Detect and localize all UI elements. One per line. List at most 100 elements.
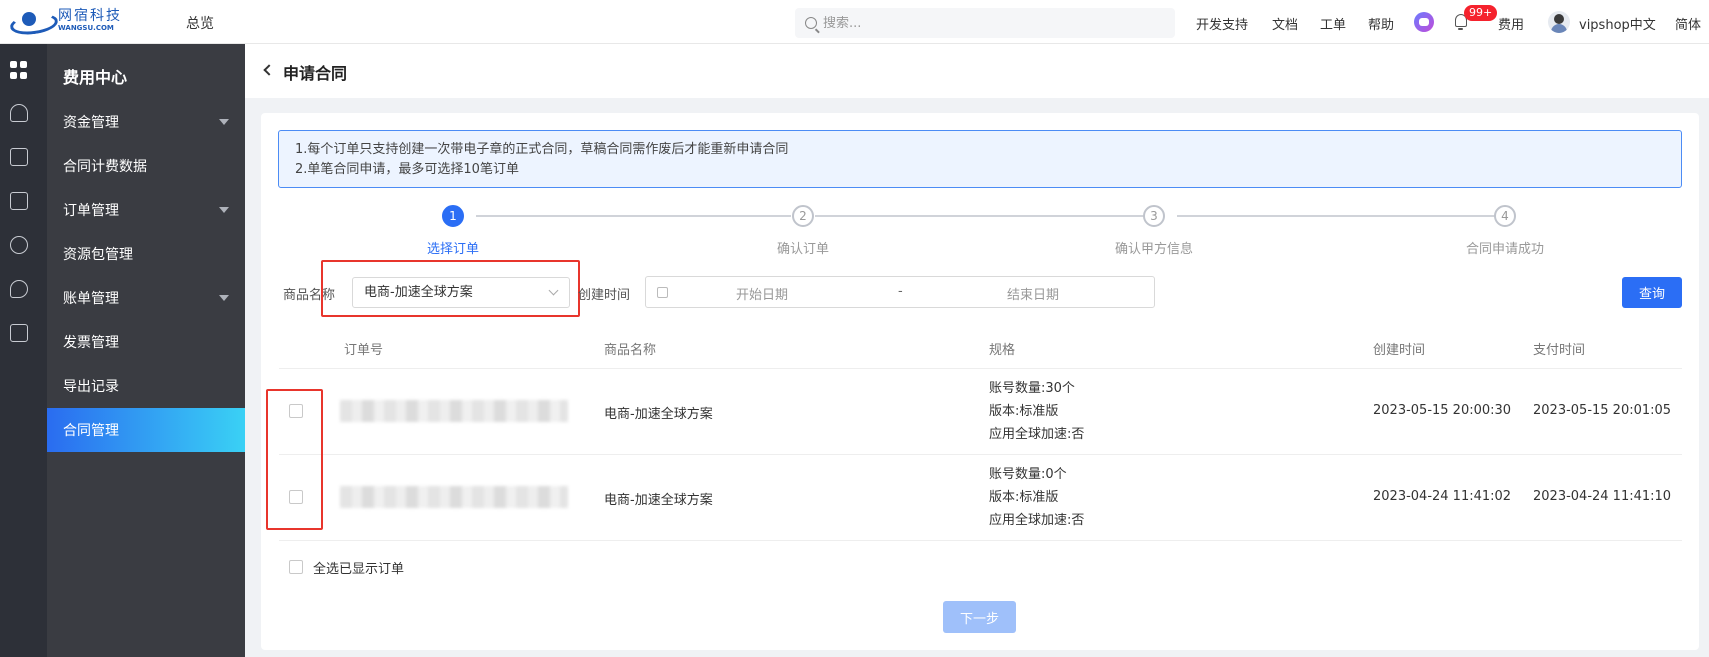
- end-date-input[interactable]: 结束日期: [1007, 284, 1059, 303]
- logo-icon: [10, 10, 54, 32]
- row-divider: [279, 540, 1682, 541]
- product-cell: 电商-加速全球方案: [604, 407, 713, 422]
- list-icon[interactable]: [10, 192, 28, 210]
- sidebar-item-resource-packs[interactable]: 资源包管理: [47, 232, 245, 276]
- date-separator: -: [898, 284, 903, 299]
- sidebar: 费用中心 资金管理 合同计费数据 订单管理 资源包管理 账单管理 发票管理 导出…: [47, 44, 245, 657]
- page-title: 申请合同: [283, 64, 348, 83]
- username[interactable]: vipshop中文: [1579, 14, 1656, 33]
- language-switch[interactable]: 简体: [1675, 14, 1701, 33]
- notice-line-2: 2.单笔合同申请，最多可选择10笔订单: [295, 162, 519, 177]
- chevron-down-icon: [219, 295, 229, 301]
- top-header: 网宿科技 WANGSU.COM 总览 开发支持 文档 工单 帮助 99+ 费用 …: [0, 0, 1709, 44]
- notice-box: 1.每个订单只支持创建一次带电子章的正式合同，草稿合同需作废后才能重新申请合同 …: [278, 130, 1682, 188]
- spec-cell: 账号数量:0个 版本:标准版 应用全球加速:否: [989, 463, 1084, 532]
- main-card: 1.每个订单只支持创建一次带电子章的正式合同，草稿合同需作废后才能重新申请合同 …: [261, 113, 1699, 650]
- column-spec: 规格: [989, 343, 1016, 358]
- sidebar-item-label: 导出记录: [63, 379, 119, 395]
- order-id-redacted: [340, 400, 568, 422]
- column-paid: 支付时间: [1533, 343, 1586, 358]
- search-input[interactable]: [823, 15, 1153, 31]
- spec-cell: 账号数量:30个 版本:标准版 应用全球加速:否: [989, 377, 1084, 446]
- order-id-redacted: [340, 486, 568, 508]
- icon-rail: [0, 44, 47, 657]
- sidebar-title: 费用中心: [63, 68, 128, 87]
- sidebar-item-contracts[interactable]: 合同管理: [47, 408, 245, 452]
- step-2-circle: 2: [792, 205, 814, 227]
- date-range-picker[interactable]: 开始日期 - 结束日期: [645, 276, 1155, 308]
- monitor-icon[interactable]: [10, 324, 28, 342]
- step-4-circle: 4: [1494, 205, 1516, 227]
- notification-badge: 99+: [1464, 5, 1498, 21]
- paid-cell: 2023-04-24 11:41:10: [1533, 489, 1672, 504]
- avatar[interactable]: [1548, 11, 1570, 33]
- highlight-product-filter: [321, 260, 580, 317]
- paid-cell: 2023-05-15 20:01:05: [1533, 403, 1672, 418]
- dev-support-link[interactable]: 开发支持: [1196, 14, 1248, 33]
- calendar-icon: [657, 287, 668, 298]
- row-divider: [279, 368, 1682, 369]
- sidebar-item-label: 资金管理: [63, 115, 119, 131]
- sidebar-item-orders[interactable]: 订单管理: [47, 188, 245, 232]
- sidebar-item-label: 合同计费数据: [63, 159, 147, 175]
- step-1-circle: 1: [442, 205, 464, 227]
- spec-line: 账号数量:30个: [989, 381, 1075, 396]
- assistant-bot-icon[interactable]: [1414, 12, 1434, 32]
- sidebar-item-label: 账单管理: [63, 291, 119, 307]
- help-link[interactable]: 帮助: [1368, 14, 1394, 33]
- fees-link[interactable]: 费用: [1498, 14, 1524, 33]
- sidebar-item-bills[interactable]: 账单管理: [47, 276, 245, 320]
- sidebar-item-funds[interactable]: 资金管理: [47, 100, 245, 144]
- spec-line: 版本:标准版: [989, 404, 1059, 419]
- step-connector: [1177, 215, 1504, 217]
- sidebar-item-label: 发票管理: [63, 335, 119, 351]
- sidebar-item-label: 订单管理: [63, 203, 119, 219]
- logo[interactable]: 网宿科技 WANGSU.COM: [10, 9, 122, 32]
- sidebar-item-label: 合同管理: [63, 423, 119, 439]
- chevron-down-icon: [219, 119, 229, 125]
- sidebar-item-contract-billing[interactable]: 合同计费数据: [47, 144, 245, 188]
- step-1-label: 选择订单: [426, 242, 480, 257]
- cloud-shield-icon[interactable]: [10, 280, 28, 298]
- cloud-icon[interactable]: [10, 104, 28, 122]
- apps-grid-icon[interactable]: [10, 61, 28, 79]
- step-2-label: 确认订单: [776, 242, 830, 257]
- sidebar-item-invoices[interactable]: 发票管理: [47, 320, 245, 364]
- next-step-button[interactable]: 下一步: [943, 601, 1016, 633]
- select-all-checkbox[interactable]: [289, 560, 303, 574]
- document-icon[interactable]: [10, 148, 28, 166]
- step-connector: [476, 215, 791, 217]
- notice-line-1: 1.每个订单只支持创建一次带电子章的正式合同，草稿合同需作废后才能重新申请合同: [295, 142, 789, 157]
- spec-line: 账号数量:0个: [989, 467, 1067, 482]
- highlight-row-checkboxes: [266, 389, 323, 530]
- step-connector: [815, 215, 1153, 217]
- query-button[interactable]: 查询: [1622, 277, 1682, 308]
- sidebar-item-exports[interactable]: 导出记录: [47, 364, 245, 408]
- search-box[interactable]: [795, 8, 1175, 38]
- spec-line: 应用全球加速:否: [989, 427, 1085, 442]
- product-cell: 电商-加速全球方案: [604, 493, 713, 508]
- logo-cn-text: 网宿科技: [58, 8, 122, 24]
- step-4-label: 合同申请成功: [1465, 242, 1545, 257]
- select-all-label[interactable]: 全选已显示订单: [313, 558, 404, 577]
- logo-en-text: WANGSU.COM: [58, 24, 114, 32]
- chevron-down-icon: [219, 207, 229, 213]
- spec-line: 应用全球加速:否: [989, 513, 1085, 528]
- cluster-icon[interactable]: [10, 236, 28, 254]
- start-date-input[interactable]: 开始日期: [736, 284, 788, 303]
- step-3-circle: 3: [1143, 205, 1165, 227]
- ticket-link[interactable]: 工单: [1320, 14, 1346, 33]
- created-filter-label: 创建时间: [578, 288, 631, 303]
- docs-link[interactable]: 文档: [1272, 14, 1298, 33]
- column-created: 创建时间: [1373, 343, 1426, 358]
- step-3-label: 确认甲方信息: [1114, 242, 1194, 257]
- nav-overview-link[interactable]: 总览: [186, 13, 214, 33]
- spec-line: 版本:标准版: [989, 490, 1059, 505]
- back-icon[interactable]: [263, 64, 275, 76]
- search-icon: [805, 17, 817, 29]
- column-order-id: 订单号: [344, 343, 384, 358]
- created-cell: 2023-05-15 20:00:30: [1373, 403, 1512, 418]
- sidebar-item-label: 资源包管理: [63, 247, 133, 263]
- column-product: 商品名称: [604, 343, 657, 358]
- page-header: 申请合同: [245, 44, 1709, 98]
